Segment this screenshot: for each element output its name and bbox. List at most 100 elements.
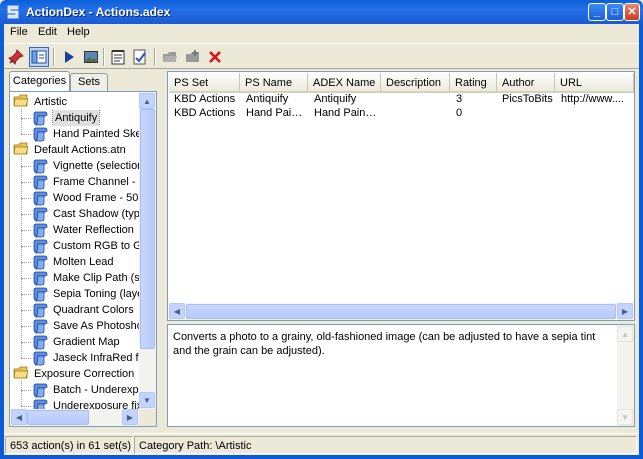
tree-item-label: Jaseck InfraRed f — [53, 352, 139, 364]
play-icon[interactable] — [59, 47, 79, 67]
action-scroll-icon — [32, 302, 48, 318]
cell-ps-name: Hand Pai… — [246, 107, 303, 119]
cell-rating: 3 — [456, 93, 463, 105]
scroll-left-button[interactable]: ◀ — [11, 409, 27, 425]
folder-add-disabled-icon[interactable] — [183, 47, 203, 67]
tree-item[interactable]: Sepia Toning (laye — [10, 286, 139, 302]
scroll-down-button[interactable]: ▼ — [617, 409, 633, 425]
tree-horizontal-scrollbar[interactable]: ◀ ▶ — [10, 409, 139, 426]
action-scroll-icon — [32, 190, 48, 206]
tree-item[interactable]: Hand Painted Ske — [10, 126, 139, 142]
tree-item[interactable]: Gradient Map — [10, 334, 139, 350]
app-icon — [7, 5, 19, 19]
tree-item-label: Make Clip Path (s — [53, 272, 139, 284]
minimize-button[interactable]: _ — [588, 3, 606, 21]
title-bar[interactable]: ActionDex - Actions.adex _ □ ✕ — [0, 0, 643, 24]
column-header-author[interactable]: Author — [497, 73, 555, 93]
cell-adex-name: Hand Pain… — [314, 107, 377, 119]
image-icon[interactable] — [81, 47, 101, 67]
action-scroll-icon — [32, 222, 48, 238]
table-row[interactable]: KBD Actions Antiquify Antiquify 3 PicsTo… — [168, 92, 634, 106]
tree-item-label: Underexposure fix — [53, 400, 139, 409]
notepad-icon[interactable] — [108, 47, 128, 67]
tree-item-label: Vignette (selection — [53, 160, 139, 172]
scroll-left-button[interactable]: ◀ — [169, 303, 185, 319]
close-button[interactable]: ✕ — [624, 3, 640, 21]
tree-item[interactable]: Batch - Underexp — [10, 382, 139, 398]
column-header-ps-name[interactable]: PS Name — [240, 73, 308, 93]
tree-item-label: Artistic — [34, 96, 67, 108]
column-header-adex-name[interactable]: ADEX Name — [308, 73, 381, 93]
pin-icon[interactable] — [6, 47, 26, 67]
scroll-up-button[interactable]: ▲ — [139, 93, 155, 109]
column-header-rating[interactable]: Rating — [450, 73, 497, 93]
tree-item[interactable]: Custom RGB to G — [10, 238, 139, 254]
tree-item[interactable]: Water Reflection — [10, 222, 139, 238]
table-row[interactable]: KBD Actions Hand Pai… Hand Pain… 0 — [168, 106, 634, 120]
toolbar-separator — [103, 48, 105, 66]
menu-file[interactable]: File — [10, 26, 28, 38]
column-header-url[interactable]: URL — [555, 73, 634, 93]
tree-item[interactable]: Underexposure fix — [10, 398, 139, 409]
tree-item[interactable]: Jaseck InfraRed f — [10, 350, 139, 366]
column-header-ps-set[interactable]: PS Set — [169, 73, 240, 93]
description-text: Converts a photo to a grainy, old-fashio… — [173, 331, 596, 357]
tree-folder[interactable]: Exposure Correction — [10, 366, 139, 382]
action-scroll-icon — [32, 398, 48, 409]
scroll-up-button[interactable]: ▲ — [617, 326, 633, 342]
tree-item[interactable]: Quadrant Colors — [10, 302, 139, 318]
tree-connector — [21, 157, 22, 358]
cell-description — [386, 106, 450, 120]
cell-author — [502, 106, 554, 120]
tab-categories[interactable]: Categories — [9, 71, 70, 91]
tree-viewport: Artistic Antiquify Hand Painted Ske Default… — [10, 92, 139, 409]
tree-item[interactable]: Cast Shadow (typ — [10, 206, 139, 222]
panel-view-icon[interactable] — [29, 47, 49, 67]
tree-item[interactable]: Wood Frame - 50 — [10, 190, 139, 206]
action-scroll-icon — [32, 126, 48, 142]
tree-item-label: Save As Photosho — [53, 320, 139, 332]
tree-item[interactable]: Make Clip Path (s — [10, 270, 139, 286]
maximize-button[interactable]: □ — [606, 3, 624, 21]
tree-connector — [21, 166, 31, 167]
tab-sets[interactable]: Sets — [70, 73, 108, 91]
action-scroll-icon — [32, 270, 48, 286]
folder-disabled-icon[interactable] — [160, 47, 180, 67]
status-category-path: Category Path: \Artistic — [134, 436, 637, 454]
cell-url — [561, 106, 631, 120]
tree-item[interactable]: Frame Channel - 5 — [10, 174, 139, 190]
scroll-right-button[interactable]: ▶ — [122, 409, 138, 425]
scroll-thumb[interactable] — [186, 304, 616, 319]
checklist-icon[interactable] — [130, 47, 150, 67]
tree-item[interactable]: Molten Lead — [10, 254, 139, 270]
list-horizontal-scrollbar[interactable]: ◀ ▶ — [169, 303, 634, 320]
tree-connector — [21, 406, 31, 407]
menu-help[interactable]: Help — [67, 26, 90, 38]
description-pane[interactable]: Converts a photo to a grainy, old-fashio… — [167, 324, 635, 427]
column-header-description[interactable]: Description — [381, 73, 450, 93]
delete-icon[interactable] — [205, 47, 225, 67]
tree-vertical-scrollbar[interactable]: ▲ ▼ — [139, 92, 156, 409]
tree-folder[interactable]: Artistic — [10, 94, 139, 110]
menu-edit[interactable]: Edit — [38, 26, 57, 38]
tree-item[interactable]: Vignette (selection — [10, 158, 139, 174]
action-scroll-icon — [32, 318, 48, 334]
category-tree[interactable]: Artistic Antiquify Hand Painted Ske Default… — [9, 91, 157, 427]
action-scroll-icon — [32, 254, 48, 270]
tree-item-label: Quadrant Colors — [53, 304, 134, 316]
tree-item-label: Custom RGB to G — [53, 240, 139, 252]
cell-description — [386, 92, 450, 106]
tree-connector — [21, 182, 31, 183]
scroll-down-button[interactable]: ▼ — [139, 392, 155, 408]
tree-folder[interactable]: Default Actions.atn — [10, 142, 139, 158]
tree-item[interactable]: Save As Photosho — [10, 318, 139, 334]
cell-ps-name: Antiquify — [246, 93, 289, 105]
tree-item[interactable]: Antiquify — [10, 110, 139, 126]
description-vertical-scrollbar[interactable]: ▲ ▼ — [617, 325, 634, 426]
panel-splitter[interactable] — [158, 71, 166, 431]
scroll-right-button[interactable]: ▶ — [617, 303, 633, 319]
tree-connector — [21, 326, 31, 327]
scroll-thumb[interactable] — [27, 410, 89, 425]
actions-list[interactable]: PS Set PS Name ADEX Name Description Rat… — [167, 71, 635, 321]
scroll-thumb[interactable] — [140, 109, 155, 349]
